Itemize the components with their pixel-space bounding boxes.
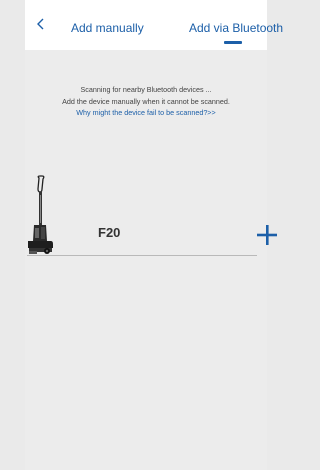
scan-hint-line: Add the device manually when it cannot b… (62, 96, 230, 106)
scan-status: Scanning for nearby Bluetooth devices ..… (25, 84, 267, 119)
vacuum-cleaner-icon (28, 175, 53, 254)
tab-add-via-bluetooth[interactable]: Add via Bluetooth (189, 21, 283, 35)
scan-status-line: Scanning for nearby Bluetooth devices ..… (80, 85, 212, 94)
add-device-button[interactable] (256, 224, 278, 246)
plus-icon (257, 225, 277, 245)
tab-add-manually[interactable]: Add manually (71, 21, 144, 35)
device-list-item[interactable]: F20 (26, 175, 277, 255)
device-name: F20 (98, 225, 121, 240)
divider (27, 255, 257, 256)
active-tab-indicator (224, 41, 242, 44)
chevron-left-icon (37, 18, 44, 30)
top-bar: Add manually Add via Bluetooth (25, 0, 283, 50)
help-link[interactable]: Why might the device fail to be scanned?… (25, 107, 267, 119)
back-button[interactable] (34, 17, 48, 31)
